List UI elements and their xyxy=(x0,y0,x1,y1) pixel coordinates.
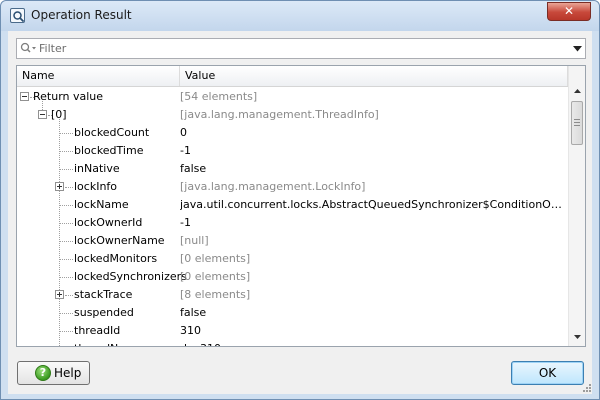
row-value: 310 xyxy=(180,324,201,337)
filter-combobox[interactable] xyxy=(16,38,586,59)
chevron-down-icon[interactable] xyxy=(573,46,582,52)
scrollbar-thumb[interactable] xyxy=(571,101,583,145)
tree-row-return-value[interactable]: Return value [54 elements] xyxy=(17,88,568,106)
row-name: stackTrace xyxy=(74,288,133,301)
row-value: java.util.concurrent.locks.AbstractQueue… xyxy=(180,198,566,211)
title-bar[interactable]: Operation Result ✕ xyxy=(1,1,599,31)
row-name: lockOwnerName xyxy=(74,234,165,247)
column-header-name[interactable]: Name xyxy=(17,66,180,86)
row-name: lockInfo xyxy=(74,180,118,193)
row-name: suspended xyxy=(74,306,134,319)
help-icon: ? xyxy=(35,365,51,381)
expand-toggle[interactable] xyxy=(55,182,64,191)
help-button[interactable]: ? Help xyxy=(17,361,90,385)
row-value: [0 elements] xyxy=(180,252,251,265)
window-title: Operation Result xyxy=(31,8,132,22)
column-header-value[interactable]: Value xyxy=(180,66,568,86)
row-value: [java.lang.management.LockInfo] xyxy=(180,180,366,193)
dialog-body: Name Value Return value [54 elements] xyxy=(8,31,592,394)
tree-rows: Return value [54 elements] [0] [java.lan… xyxy=(17,88,568,346)
tree-row-index-0[interactable]: [0] [java.lang.management.ThreadInfo] xyxy=(17,106,568,124)
tree-row-lock-owner-name[interactable]: lockOwnerName [null] xyxy=(17,232,568,250)
vertical-scrollbar[interactable] xyxy=(568,66,585,346)
window-search-icon xyxy=(10,8,25,23)
row-name: blockedTime xyxy=(74,144,144,157)
search-filter-icon xyxy=(20,42,36,53)
close-button[interactable]: ✕ xyxy=(547,2,591,21)
result-tree-table[interactable]: Name Value Return value [54 elements] [0… xyxy=(16,65,586,347)
row-value: dw-310 xyxy=(180,340,566,346)
row-name: threadName xyxy=(74,340,143,346)
row-value: false xyxy=(180,162,207,175)
row-value: false xyxy=(180,306,207,319)
tree-row-blocked-time[interactable]: blockedTime -1 xyxy=(17,142,568,160)
tree-row-lock-owner-id[interactable]: lockOwnerId -1 xyxy=(17,214,568,232)
row-value: -1 xyxy=(180,144,191,157)
row-name: lockName xyxy=(74,198,129,211)
row-name: threadId xyxy=(74,324,121,337)
table-header: Name Value xyxy=(17,66,568,87)
row-value: [8 elements] xyxy=(180,288,251,301)
collapse-toggle[interactable] xyxy=(20,92,29,101)
tree-row-lock-name[interactable]: lockName java.util.concurrent.locks.Abst… xyxy=(17,196,568,214)
operation-result-window: Operation Result ✕ Name Value xyxy=(0,0,600,400)
tree-row-in-native[interactable]: inNative false xyxy=(17,160,568,178)
scroll-down-icon[interactable] xyxy=(569,328,586,345)
tree-row-thread-id[interactable]: threadId 310 xyxy=(17,322,568,340)
tree-row-blocked-count[interactable]: blockedCount 0 xyxy=(17,124,568,142)
row-value: [54 elements] xyxy=(180,90,258,103)
expand-toggle[interactable] xyxy=(55,290,64,299)
filter-input[interactable] xyxy=(39,40,559,57)
tree-row-thread-name[interactable]: threadName dw-310 xyxy=(17,340,568,346)
collapse-toggle[interactable] xyxy=(38,110,47,119)
row-name: [0] xyxy=(51,108,67,121)
row-value: [java.lang.management.ThreadInfo] xyxy=(180,108,379,121)
tree-row-lock-info[interactable]: lockInfo [java.lang.management.LockInfo] xyxy=(17,178,568,196)
row-name: lockOwnerId xyxy=(74,216,143,229)
tree-row-stack-trace[interactable]: stackTrace [8 elements] xyxy=(17,286,568,304)
close-icon: ✕ xyxy=(563,4,575,18)
tree-row-locked-monitors[interactable]: lockedMonitors [0 elements] xyxy=(17,250,568,268)
row-name: Return value xyxy=(33,90,104,103)
ok-button[interactable]: OK xyxy=(511,361,584,385)
scroll-up-icon[interactable] xyxy=(569,83,586,100)
row-name: inNative xyxy=(74,162,120,175)
tree-row-suspended[interactable]: suspended false xyxy=(17,304,568,322)
row-name: blockedCount xyxy=(74,126,150,139)
row-value: -1 xyxy=(180,216,191,229)
row-name: lockedMonitors xyxy=(74,252,158,265)
row-name: lockedSynchronizers xyxy=(74,270,187,283)
tree-row-locked-synchronizers[interactable]: lockedSynchronizers [0 elements] xyxy=(17,268,568,286)
row-value: 0 xyxy=(180,126,187,139)
row-value: [0 elements] xyxy=(180,270,251,283)
resize-grip-icon[interactable] xyxy=(582,383,592,393)
help-button-label: Help xyxy=(54,366,82,380)
row-value: [null] xyxy=(180,234,209,247)
